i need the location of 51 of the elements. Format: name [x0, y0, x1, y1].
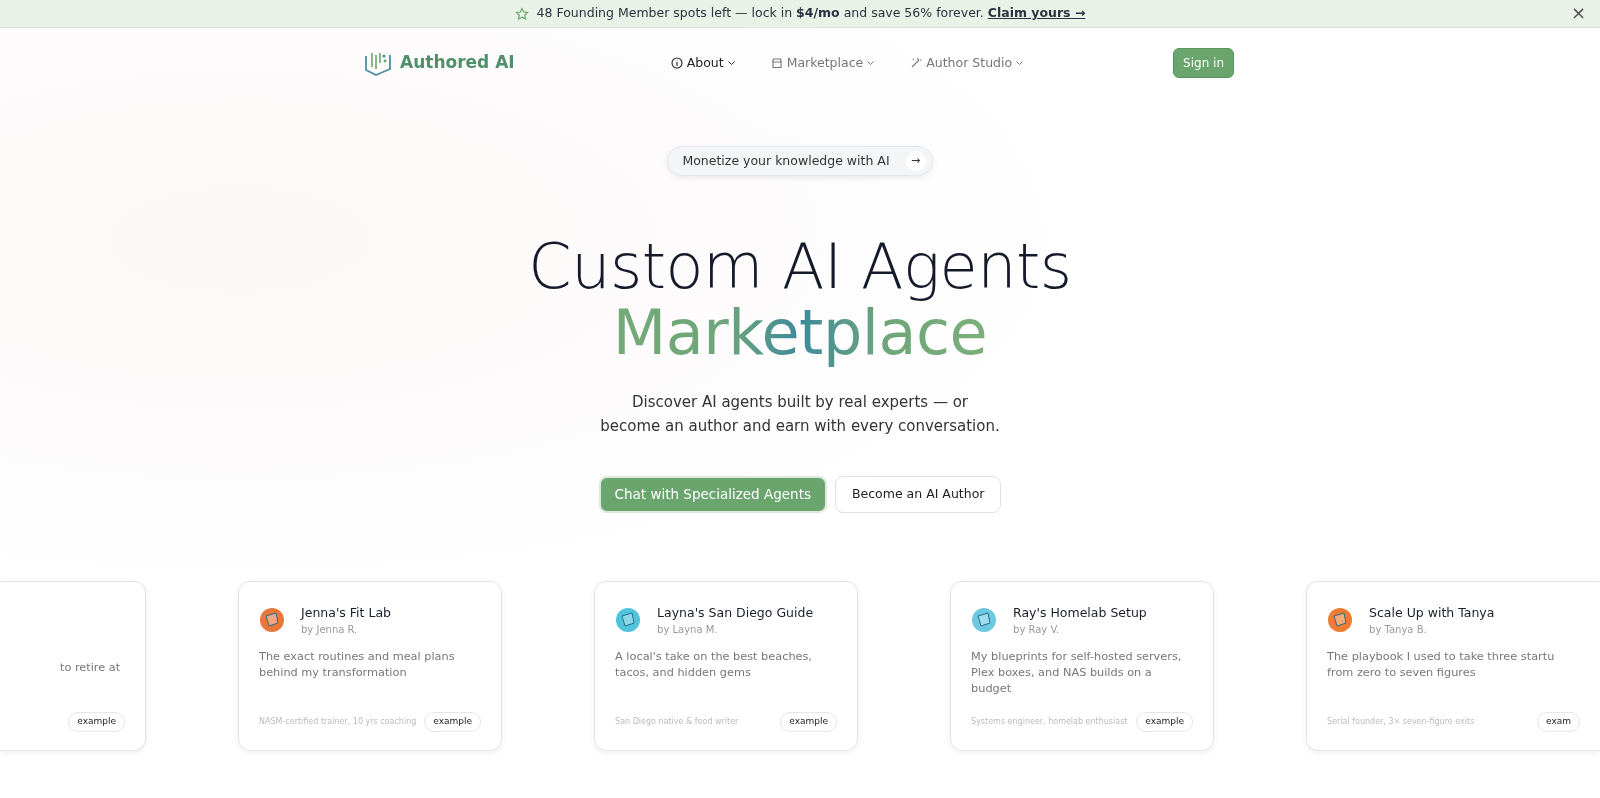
- hero-title: Custom AI Agents: [528, 234, 1072, 300]
- agent-avatar-icon: [971, 607, 998, 634]
- info-icon: [670, 57, 683, 69]
- nav-menu[interactable]: About: [664, 52, 741, 74]
- agent-author: by Jenna R.: [301, 623, 359, 638]
- agent-avatar-icon: [615, 607, 642, 634]
- example-tag: exam: [1537, 712, 1581, 732]
- nav-menu[interactable]: Author Studio: [904, 52, 1030, 74]
- subtitle-line: become an author and earn with every conversation.: [600, 415, 1000, 437]
- announcement-text: 48 Founding Member spots left — lock in $4/mo and save 56% forever. Claim yours →: [536, 4, 1086, 23]
- agent-card[interactable]: Jenna's Fit Lab by Jenna R. The exact routines and meal plans behind my transformation NASM-certified trainer, 10 yrs coaching example: [238, 580, 503, 751]
- agent-avatar-icon: [1327, 607, 1354, 634]
- caret-icon: [867, 60, 875, 66]
- pill-link[interactable]: Monetize your knowledge with AI →: [667, 146, 933, 176]
- brand-name[interactable]: Authored AI: [400, 50, 515, 76]
- agent-card[interactable]: Layna's San Diego Guide by Layna M. A local's take on the best beaches, tacos, and hidden gems San Diego native & food writer example: [594, 580, 859, 751]
- nav-menu[interactable]: Marketplace: [764, 52, 881, 74]
- agent-author: by Tanya B.: [1369, 623, 1428, 638]
- agent-description: My blueprints for self-hosted servers, Plex boxes, and NAS builds on a budget: [971, 649, 1183, 697]
- agent-avatar-icon: [259, 607, 285, 634]
- subtitle-line: Discover AI agents built by real experts — or: [630, 392, 970, 414]
- agent-title: Ray's Homelab Setup: [1013, 603, 1147, 622]
- close-button[interactable]: ×: [1570, 4, 1586, 22]
- example-tag: example: [424, 712, 482, 732]
- star-icon: [514, 6, 529, 21]
- agent-credential: NASM-certified trainer, 10 yrs coaching: [259, 715, 417, 728]
- agent-title: Jenna's Fit Lab: [301, 603, 391, 622]
- example-tag: example: [780, 712, 838, 732]
- author-button[interactable]: Become an AI Author: [834, 475, 1002, 513]
- example-tag: example: [1136, 712, 1194, 732]
- agent-credential: San Diego native & food writer: [615, 715, 739, 728]
- agent-description: The playbook I used to take three startu from zero to seven figures: [1327, 649, 1556, 681]
- claim-link[interactable]: Claim yours →: [987, 5, 1086, 21]
- wand-icon: [910, 57, 923, 69]
- store-icon: [770, 57, 783, 69]
- agent-description: to retire at: [60, 659, 122, 676]
- example-tag: example: [68, 712, 125, 732]
- agent-description: A local's take on the best beaches, tacos, and hidden gems: [615, 649, 813, 681]
- agent-author: by Layna M.: [657, 623, 719, 638]
- agent-card[interactable]: to retire at example: [0, 580, 146, 751]
- logo-icon: [364, 50, 392, 76]
- agent-credential: Systems engineer, homelab enthusiast: [971, 715, 1128, 728]
- agent-credential: Serial founder, 3× seven-figure exits: [1327, 715, 1475, 728]
- agent-card[interactable]: Scale Up with Tanya by Tanya B. The playbook I used to take three startu from zero to seven figures Serial founder, 3× seven-figure exits exam: [1306, 580, 1600, 751]
- agent-author: by Ray V.: [1013, 623, 1061, 638]
- caret-icon: [1016, 60, 1024, 66]
- agent-description: The exact routines and meal plans behind my transformation: [259, 649, 456, 681]
- agent-card[interactable]: Ray's Homelab Setup by Ray V. My blueprints for self-hosted servers, Plex boxes, and NAS builds on a budget Systems engineer, homelab enthusiast example: [950, 580, 1215, 751]
- caret-icon: [727, 60, 735, 66]
- agent-title: Scale Up with Tanya: [1369, 603, 1495, 622]
- agent-title: Layna's San Diego Guide: [657, 603, 814, 622]
